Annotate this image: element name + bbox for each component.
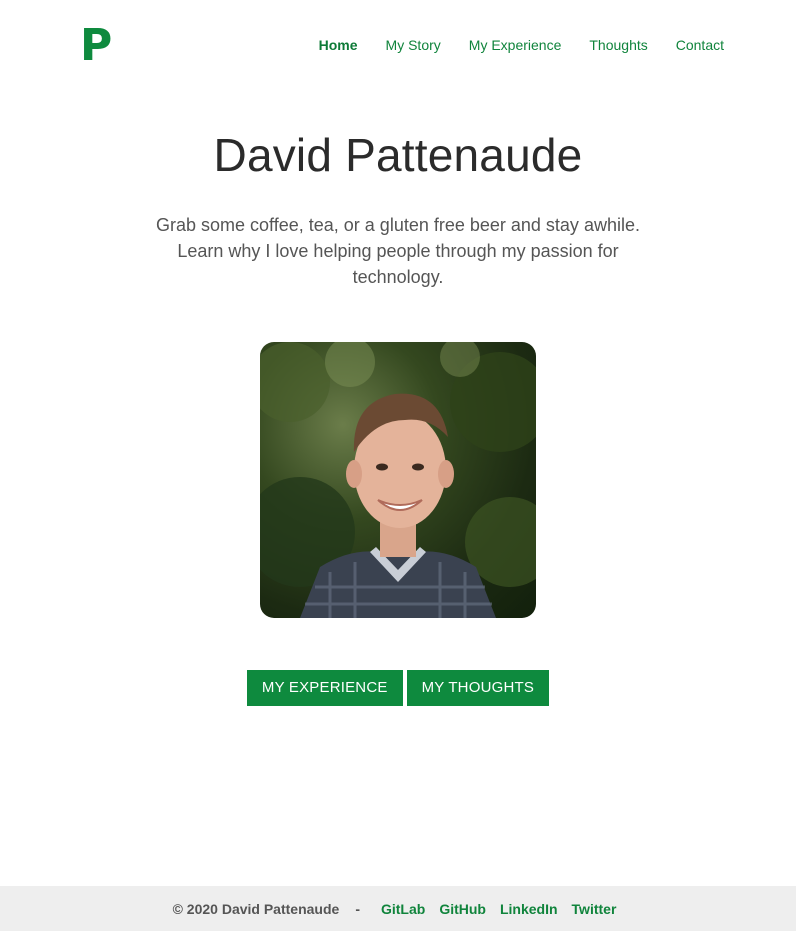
my-thoughts-button[interactable]: MY THOUGHTS (406, 670, 550, 706)
footer-separator: - (355, 900, 360, 917)
footer-link-twitter[interactable]: Twitter (572, 901, 617, 917)
site-header: P Home My Story My Experience Thoughts C… (0, 0, 796, 92)
main-nav: Home My Story My Experience Thoughts Con… (291, 36, 724, 54)
nav-my-story[interactable]: My Story (386, 36, 441, 54)
hero-subtitle: Grab some coffee, tea, or a gluten free … (156, 215, 640, 287)
site-footer: © 2020 David Pattenaude - GitLab GitHub … (0, 886, 796, 931)
profile-photo-illustration (260, 342, 536, 618)
nav-my-experience[interactable]: My Experience (469, 36, 562, 54)
site-logo[interactable]: P (80, 24, 112, 68)
footer-copyright: © 2020 David Pattenaude (172, 900, 340, 917)
page-title: David Pattenaude (213, 129, 583, 181)
footer-link-github[interactable]: GitHub (439, 901, 486, 917)
footer-link-gitlab[interactable]: GitLab (381, 901, 425, 917)
footer-link-linkedin[interactable]: LinkedIn (500, 901, 558, 917)
my-experience-button[interactable]: MY EXPERIENCE (246, 670, 403, 706)
nav-thoughts[interactable]: Thoughts (589, 36, 647, 54)
cta-buttons: MY EXPERIENCE MY THOUGHTS (0, 670, 796, 706)
nav-home[interactable]: Home (319, 36, 358, 54)
profile-photo (260, 342, 536, 618)
nav-contact[interactable]: Contact (676, 36, 724, 54)
